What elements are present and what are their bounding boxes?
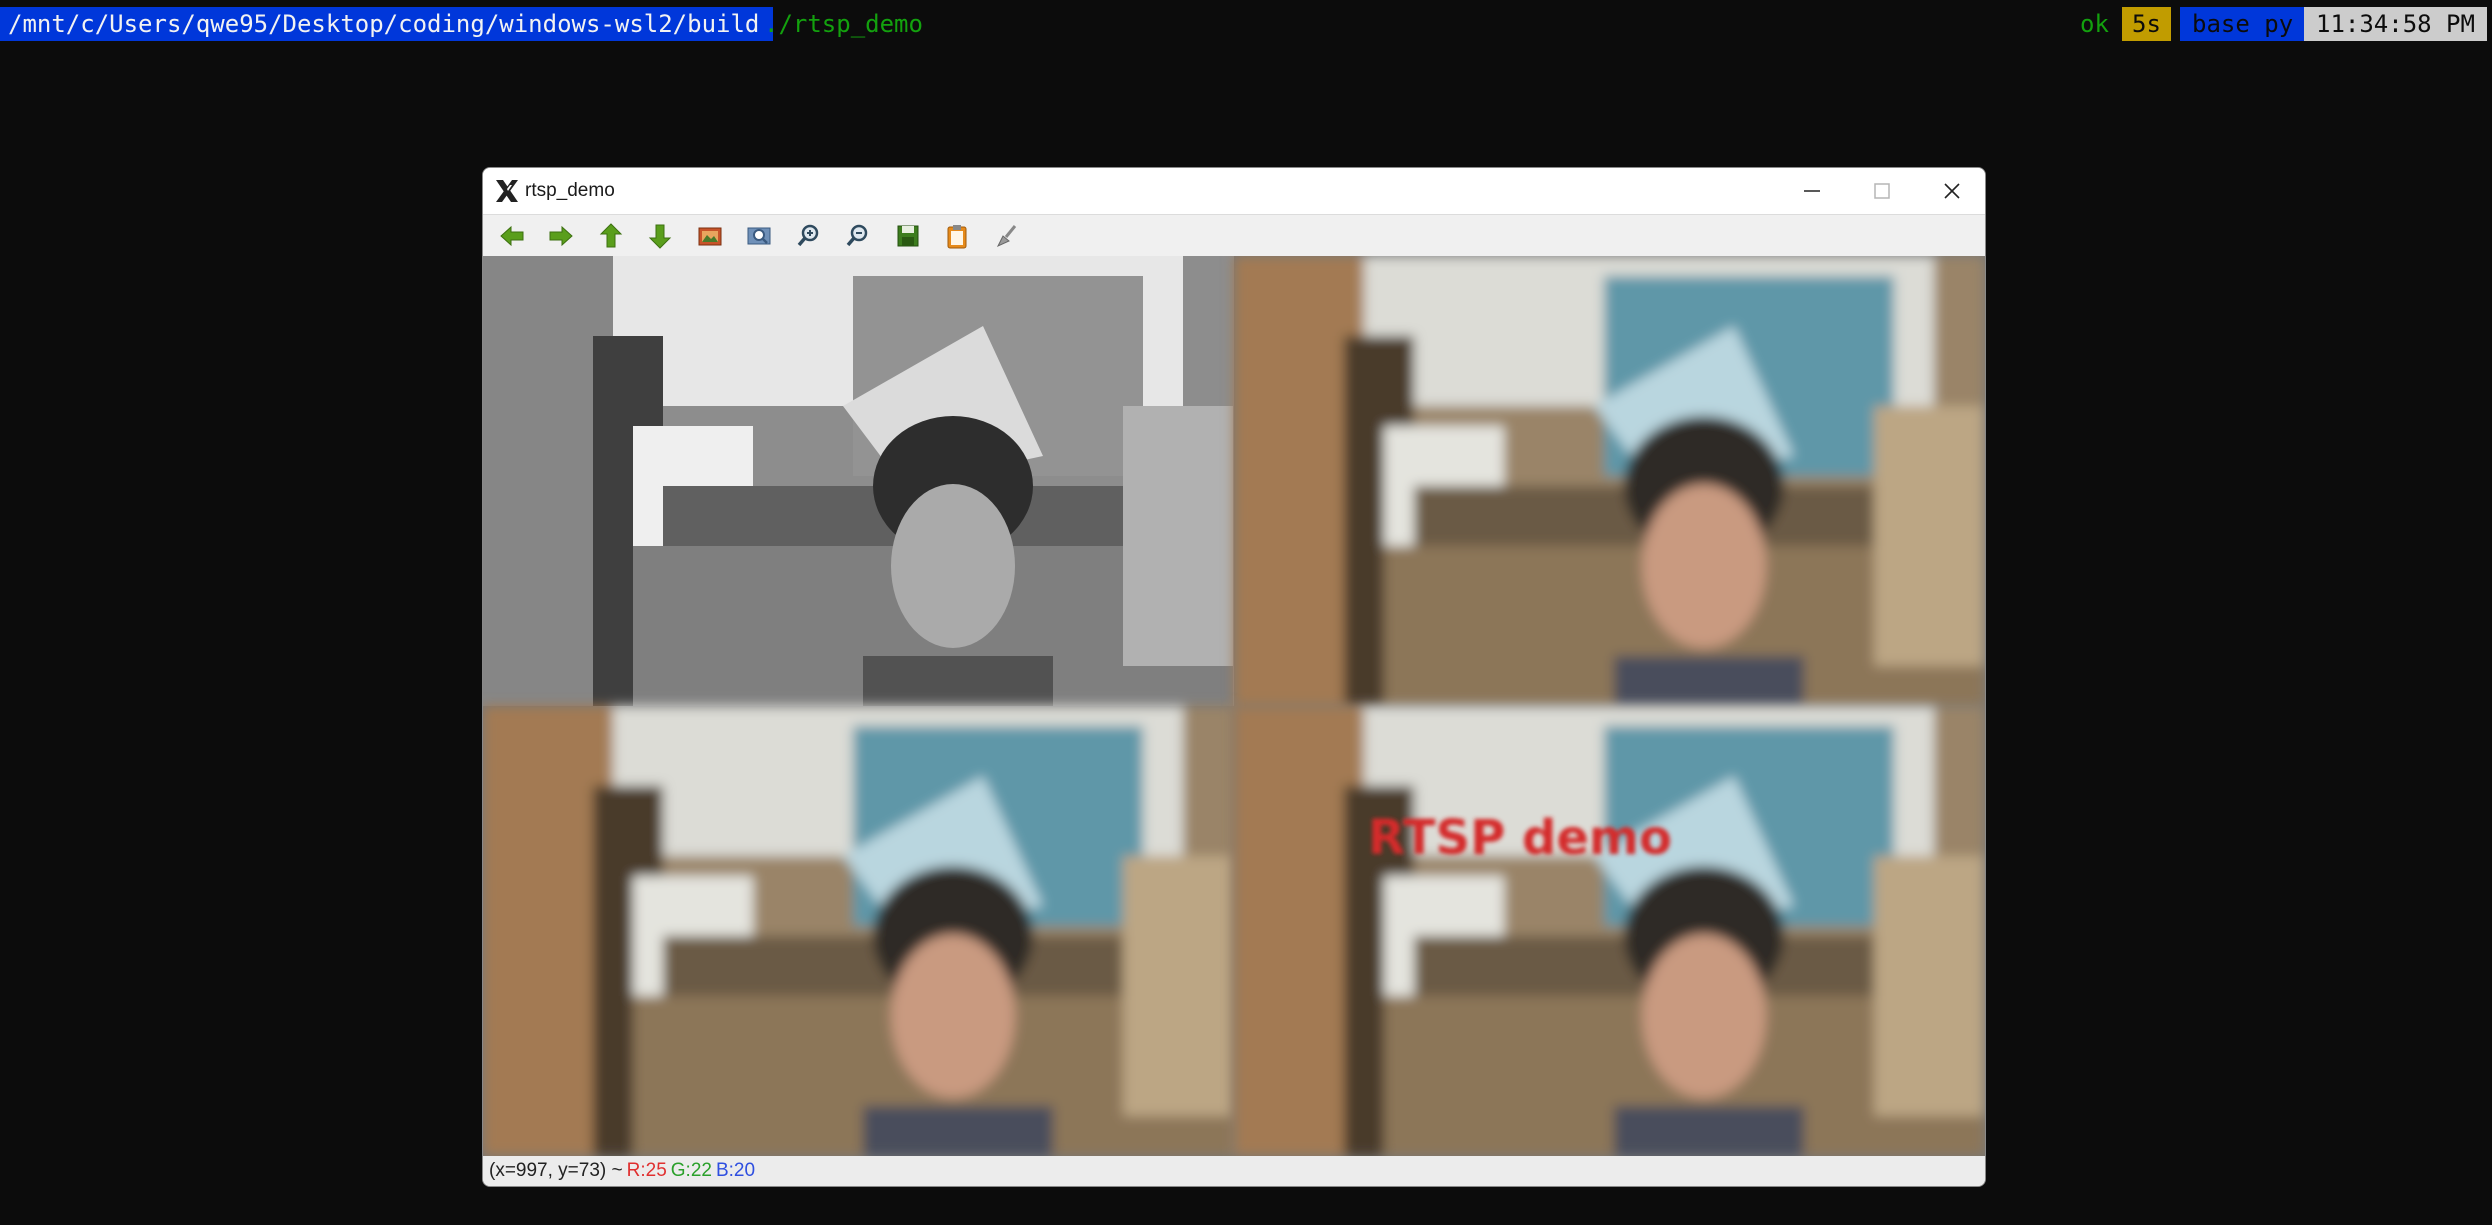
- pixel-red-value: R:25: [626, 1160, 667, 1181]
- maximize-button[interactable]: [1847, 168, 1917, 214]
- window-title: rtsp_demo: [525, 180, 615, 201]
- zoom-out-icon: [846, 224, 868, 247]
- close-button[interactable]: [1917, 168, 1985, 214]
- properties-button[interactable]: [990, 220, 1024, 252]
- maximize-icon: [1874, 183, 1890, 199]
- brush-icon: [996, 225, 1017, 248]
- terminal-command: ./rtsp_demo: [764, 10, 923, 38]
- title-bar[interactable]: rtsp_demo: [483, 168, 1985, 214]
- overlay-text: RTSP demo: [1368, 810, 1672, 866]
- save-button[interactable]: [891, 220, 925, 252]
- zoom-out-button[interactable]: [841, 220, 875, 252]
- clock-badge: 11:34:58 PM: [2304, 7, 2487, 41]
- x11-icon: [493, 177, 521, 205]
- zoom-in-icon: [797, 224, 819, 247]
- duration-badge: 5s: [2122, 7, 2171, 41]
- close-icon: [1944, 183, 1960, 199]
- forward-arrow-icon: [549, 225, 573, 247]
- back-arrow-icon: [500, 225, 524, 247]
- camera-mosaic: RTSP demo: [483, 256, 1985, 1156]
- minimize-icon: [1804, 190, 1820, 192]
- zoom-fit-icon: [747, 227, 771, 245]
- env-badge: base py: [2180, 7, 2306, 41]
- status-ok: ok: [2080, 10, 2109, 38]
- app-window: rtsp_demo RTSP demo (x=997, y=73) ~ R:25…: [482, 167, 1986, 1187]
- toolbar: [483, 214, 1985, 257]
- zoom-in-button[interactable]: [792, 220, 826, 252]
- forward-button[interactable]: [544, 220, 578, 252]
- clipboard-button[interactable]: [940, 220, 974, 252]
- pixel-blue-value: B:20: [715, 1160, 756, 1181]
- zoom-fit-button[interactable]: [742, 220, 776, 252]
- terminal-cwd: /mnt/c/Users/qwe95/Desktop/coding/window…: [0, 7, 774, 41]
- image-icon: [698, 227, 722, 246]
- camera-view[interactable]: RTSP demo: [483, 256, 1985, 1156]
- down-arrow-icon: [648, 224, 672, 249]
- down-button[interactable]: [643, 220, 677, 252]
- status-bar: (x=997, y=73) ~ R:25 G:22 B:20: [483, 1156, 1985, 1186]
- minimize-button[interactable]: [1777, 168, 1847, 214]
- clipboard-icon: [947, 225, 967, 249]
- back-button[interactable]: [495, 220, 529, 252]
- cursor-coords: (x=997, y=73) ~: [489, 1160, 623, 1181]
- save-icon: [897, 225, 919, 247]
- up-button[interactable]: [594, 220, 628, 252]
- image-button[interactable]: [693, 220, 727, 252]
- pixel-green-value: G:22: [670, 1160, 712, 1181]
- up-arrow-icon: [599, 223, 623, 248]
